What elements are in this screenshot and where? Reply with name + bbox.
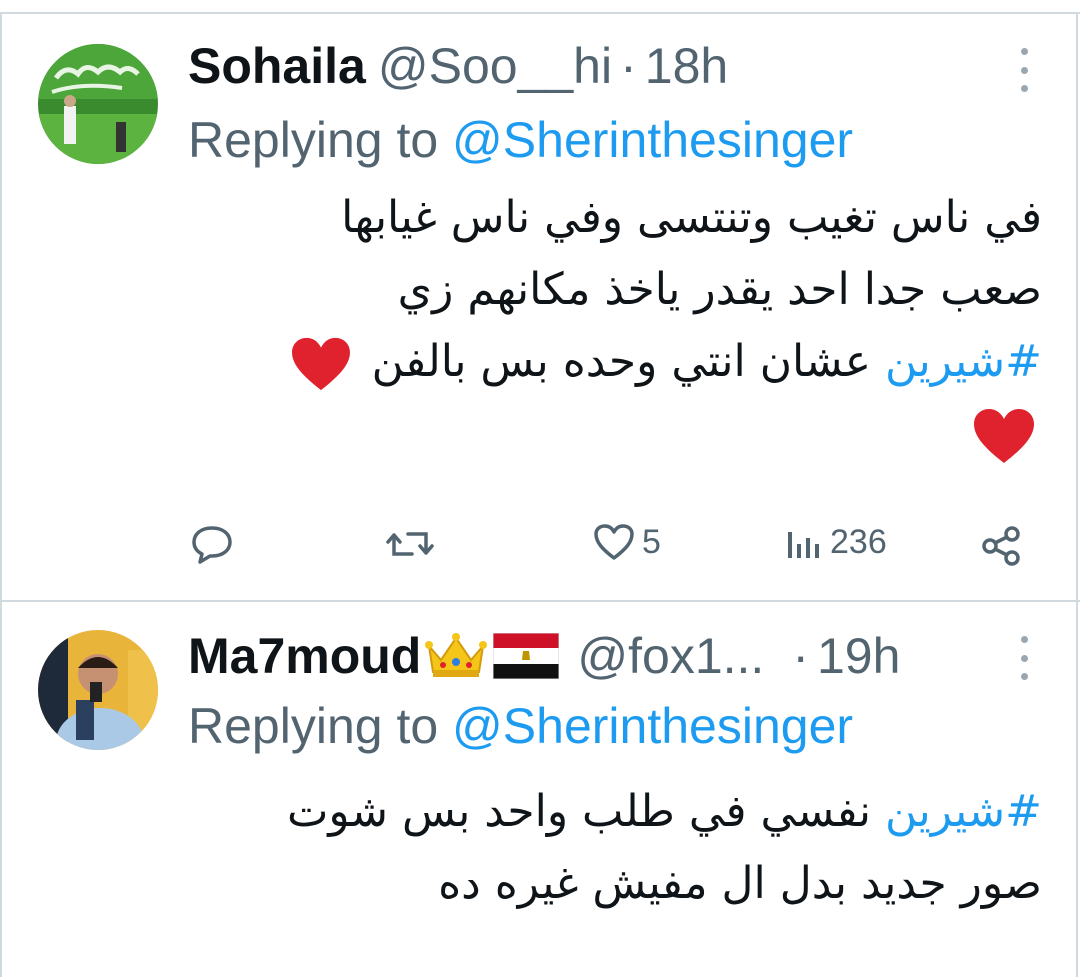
timestamp[interactable]: 19h xyxy=(817,626,900,686)
replying-to-line: Replying to @Sherinthesinger xyxy=(188,696,853,756)
views-bar-chart-icon xyxy=(788,532,819,558)
replying-to-line: Replying to @Sherinthesinger xyxy=(188,110,853,170)
text-line-part: نفسي في طلب واحد بس شوت xyxy=(286,786,871,837)
text-line: #شيرين عشان انتي وحده بس بالفن xyxy=(192,326,1042,398)
hashtag-link[interactable]: #شيرين xyxy=(885,336,1042,387)
tweet-text: في ناس تغيب وتنتسى وفي ناس غيابها صعب جد… xyxy=(192,182,1042,470)
like-count: 5 xyxy=(642,522,661,561)
views-count: 236 xyxy=(830,522,887,561)
text-line: صور جديد بدل ال مفيش غيره ده xyxy=(438,858,1042,909)
text-line: في ناس تغيب وتنتسى وفي ناس غيابها xyxy=(341,192,1042,243)
avatar[interactable] xyxy=(38,630,158,750)
retweet-icon xyxy=(386,532,434,556)
timestamp[interactable]: 18h xyxy=(645,36,728,96)
share-icon xyxy=(982,526,1020,566)
crown-emoji xyxy=(425,632,488,680)
hashtag-link[interactable]: #شيرين xyxy=(885,786,1042,837)
replying-prefix: Replying to xyxy=(188,698,453,754)
separator-dot: · xyxy=(792,628,809,684)
tweet-text: #شيرين نفسي في طلب واحد بس شوت صور جديد … xyxy=(192,776,1042,920)
heart-line xyxy=(192,398,1042,470)
tweet-ma7moud[interactable]: Ma7moud @fox1... · 19h Replying to @Sher… xyxy=(0,602,1080,977)
retweet-button[interactable] xyxy=(386,524,434,564)
tweet-header: Sohaila @Soo__hi · 18h xyxy=(188,36,728,96)
red-heart-emoji xyxy=(291,337,350,391)
red-heart-emoji xyxy=(974,409,1034,463)
user-handle[interactable]: @fox1... xyxy=(577,626,764,686)
reply-button[interactable] xyxy=(190,524,234,564)
display-name[interactable]: Ma7moud xyxy=(188,626,421,686)
more-vertical-icon[interactable] xyxy=(1018,636,1030,680)
reply-icon xyxy=(192,526,232,564)
heart-outline-icon xyxy=(594,524,634,560)
views-button[interactable]: 236 xyxy=(784,522,887,562)
replying-to-mention[interactable]: @Sherinthesinger xyxy=(452,112,853,168)
like-button[interactable]: 5 xyxy=(592,522,661,562)
text-line: صعب جدا احد يقدر ياخذ مكانهم زي xyxy=(397,264,1042,315)
tweet-actions: 5 236 xyxy=(0,520,1080,570)
tweet-sohaila[interactable]: Sohaila @Soo__hi · 18h Replying to @Sher… xyxy=(0,0,1080,600)
tweet-header: Ma7moud @fox1... · 19h xyxy=(188,626,900,686)
text-line-part: عشان انتي وحده بس بالفن xyxy=(371,336,871,387)
replying-prefix: Replying to xyxy=(188,112,453,168)
separator-dot: · xyxy=(620,38,637,94)
avatar-image xyxy=(38,630,158,750)
avatar[interactable] xyxy=(38,44,158,164)
replying-to-mention[interactable]: @Sherinthesinger xyxy=(452,698,853,754)
egypt-flag-emoji xyxy=(493,633,560,679)
avatar-image xyxy=(38,44,158,164)
display-name[interactable]: Sohaila xyxy=(188,36,366,96)
share-button[interactable] xyxy=(980,524,1024,568)
more-vertical-icon[interactable] xyxy=(1018,48,1030,92)
text-line: #شيرين نفسي في طلب واحد بس شوت xyxy=(192,776,1042,848)
user-handle[interactable]: @Soo__hi xyxy=(378,36,612,96)
